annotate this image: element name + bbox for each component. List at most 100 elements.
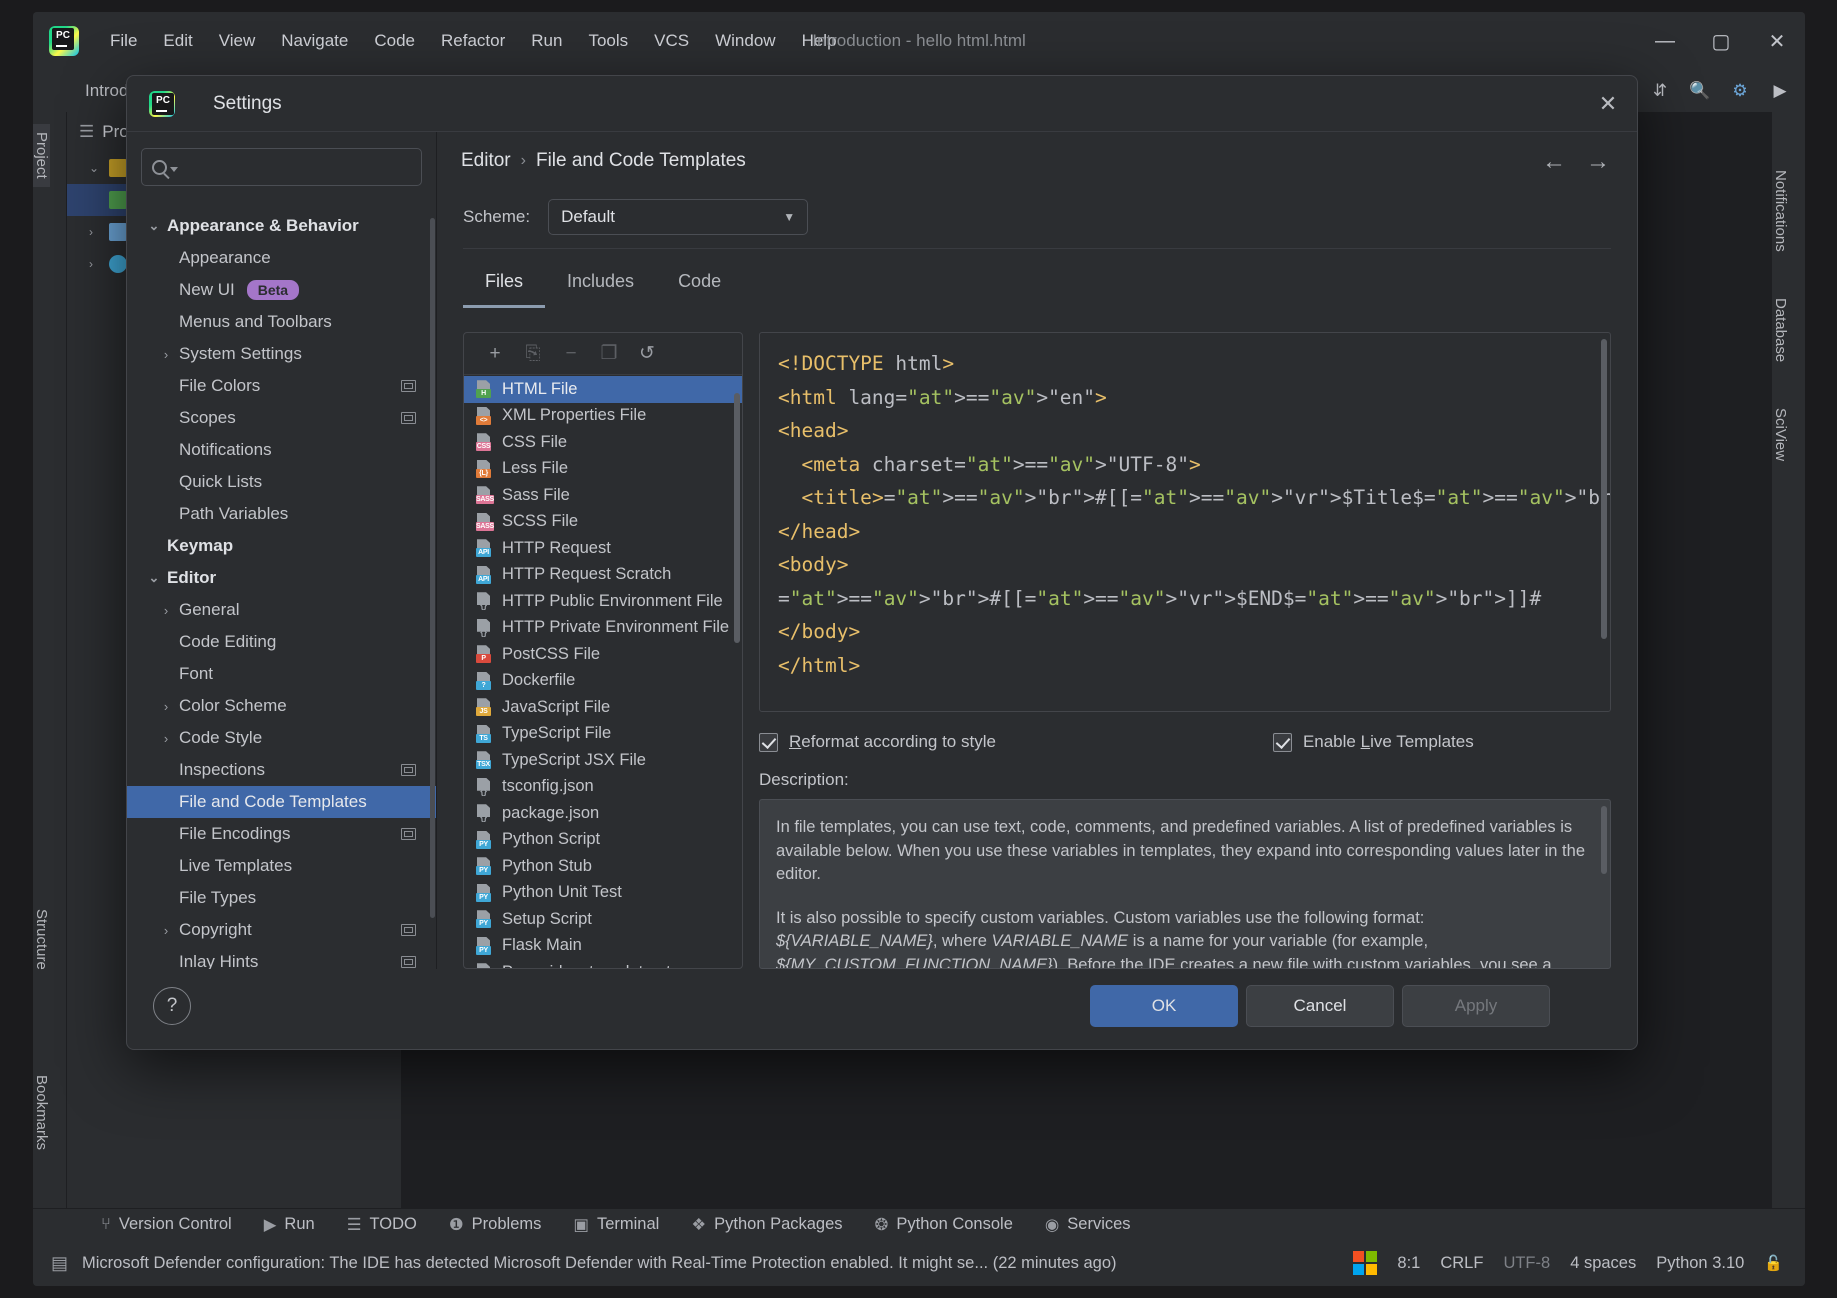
search-dropdown-icon[interactable] — [170, 166, 178, 172]
lock-icon[interactable]: 🔓 — [1764, 1254, 1783, 1272]
menu-vcs[interactable]: VCS — [641, 27, 702, 55]
updates-icon[interactable]: ⇵ — [1643, 76, 1677, 106]
code-scrollbar[interactable] — [1601, 339, 1607, 639]
tool-window-todo[interactable]: ☰ TODO — [331, 1215, 433, 1235]
sidebar-item-quick-lists[interactable]: Quick Lists — [127, 466, 436, 498]
search-input[interactable] — [178, 158, 411, 176]
tool-tab-project[interactable]: Project — [33, 124, 50, 187]
tool-window-problems[interactable]: ❶ Problems — [433, 1215, 558, 1235]
help-button[interactable]: ? — [153, 987, 191, 1025]
template-item[interactable]: <> XML Properties File — [464, 403, 742, 430]
sidebar-item-inlay-hints[interactable]: Inlay Hints — [127, 946, 436, 969]
sidebar-item-scopes[interactable]: Scopes — [127, 402, 436, 434]
tool-tab-notifications[interactable]: Notifications — [1772, 162, 1789, 260]
tool-tab-structure[interactable]: Structure — [33, 901, 50, 978]
sidebar-item-color-scheme[interactable]: › Color Scheme — [127, 690, 436, 722]
template-item[interactable]: ? Dockerfile — [464, 668, 742, 695]
tool-window-services[interactable]: ◉ Services — [1029, 1215, 1147, 1235]
menu-file[interactable]: File — [97, 27, 150, 55]
template-item[interactable]: H HTML File — [464, 376, 742, 403]
template-item[interactable]: JS JavaScript File — [464, 694, 742, 721]
maximize-button[interactable]: ▢ — [1693, 20, 1749, 62]
settings-gear-icon[interactable]: ⚙ — [1723, 76, 1757, 106]
sidebar-item-file-and-code-templates[interactable]: File and Code Templates — [127, 786, 436, 818]
template-item[interactable]: API HTTP Request Scratch — [464, 562, 742, 589]
scheme-select[interactable]: Default ▼ — [548, 199, 809, 235]
tool-tab-sciview[interactable]: SciView — [1772, 400, 1789, 469]
template-item[interactable]: TSX TypeScript JSX File — [464, 747, 742, 774]
checkbox-box[interactable] — [759, 732, 778, 752]
sidebar-item-keymap[interactable]: Keymap — [127, 530, 436, 562]
duplicate-template-button[interactable]: ❐ — [592, 339, 626, 369]
tab-code[interactable]: Code — [656, 261, 743, 308]
template-item[interactable]: SASS Sass File — [464, 482, 742, 509]
template-item[interactable]: API HTTP Request — [464, 535, 742, 562]
nav-forward-icon[interactable]: → — [1585, 148, 1611, 176]
event-log-icon[interactable]: ▤ — [51, 1253, 68, 1274]
template-item[interactable]: PY Python Script — [464, 827, 742, 854]
reset-template-button[interactable]: ↺ — [630, 339, 664, 369]
template-code-text[interactable]: <!DOCTYPE html> <html lang="at">=="av">"… — [760, 333, 1610, 711]
sidebar-item-path-variables[interactable]: Path Variables — [127, 498, 436, 530]
copy-template-button[interactable]: ⎘ — [516, 339, 550, 369]
tool-window-python-packages[interactable]: ❖ Python Packages — [675, 1215, 858, 1235]
template-item[interactable]: CSS CSS File — [464, 429, 742, 456]
live-templates-checkbox[interactable]: Enable Live Templates — [1272, 732, 1474, 752]
file-encoding[interactable]: UTF-8 — [1503, 1254, 1550, 1273]
breadcrumb-root[interactable]: Editor — [461, 150, 511, 172]
template-item[interactable]: PY Flask Main — [464, 933, 742, 960]
add-template-button[interactable]: + — [478, 339, 512, 369]
nav-back-icon[interactable]: ← — [1541, 148, 1567, 176]
sidebar-item-system-settings[interactable]: › System Settings — [127, 338, 436, 370]
template-item[interactable]: P PostCSS File — [464, 641, 742, 668]
ok-button[interactable]: OK — [1090, 985, 1238, 1027]
template-item[interactable]: {L} Less File — [464, 456, 742, 483]
sidebar-item-file-colors[interactable]: File Colors — [127, 370, 436, 402]
sidebar-item-code-style[interactable]: › Code Style — [127, 722, 436, 754]
sidebar-item-menus-and-toolbars[interactable]: Menus and Toolbars — [127, 306, 436, 338]
sidebar-item-copyright[interactable]: › Copyright — [127, 914, 436, 946]
settings-search-box[interactable] — [141, 148, 422, 186]
template-code-editor[interactable]: <!DOCTYPE html> <html lang="at">=="av">"… — [759, 332, 1611, 712]
sidebar-item-font[interactable]: Font — [127, 658, 436, 690]
tool-tab-database[interactable]: Database — [1772, 290, 1789, 370]
description-scrollbar[interactable] — [1601, 806, 1607, 874]
tool-window-version-control[interactable]: ⑂ Version Control — [85, 1215, 248, 1234]
menu-view[interactable]: View — [206, 27, 269, 55]
sidebar-item-file-types[interactable]: File Types — [127, 882, 436, 914]
tool-window-terminal[interactable]: ▣ Terminal — [557, 1215, 675, 1235]
indent-setting[interactable]: 4 spaces — [1570, 1254, 1636, 1273]
python-interpreter[interactable]: Python 3.10 — [1656, 1254, 1744, 1273]
remove-template-button[interactable]: − — [554, 339, 588, 369]
microsoft-defender-icon[interactable] — [1353, 1251, 1378, 1275]
template-item[interactable]: SASS SCSS File — [464, 509, 742, 536]
reformat-checkbox[interactable]: Reformat according to style — [759, 732, 996, 752]
account-icon[interactable]: ▶ — [1763, 76, 1797, 106]
sidebar-item-live-templates[interactable]: Live Templates — [127, 850, 436, 882]
menu-tools[interactable]: Tools — [575, 27, 641, 55]
template-item[interactable]: {} HTTP Private Environment File — [464, 615, 742, 642]
sidebar-item-editor[interactable]: ⌄ Editor — [127, 562, 436, 594]
search-everywhere-icon[interactable]: 🔍 — [1683, 76, 1717, 106]
close-dialog-button[interactable]: ✕ — [1589, 85, 1627, 123]
template-item[interactable]: PY Setup Script — [464, 906, 742, 933]
checkbox-box[interactable] — [1272, 732, 1292, 752]
template-item[interactable]: TS TypeScript File — [464, 721, 742, 748]
tool-window-run[interactable]: ▶ Run — [248, 1215, 331, 1235]
template-item[interactable]: PY Python Unit Test — [464, 880, 742, 907]
sidebar-item-general[interactable]: › General — [127, 594, 436, 626]
menu-edit[interactable]: Edit — [150, 27, 205, 55]
template-item[interactable]: {} HTTP Public Environment File — [464, 588, 742, 615]
menu-run[interactable]: Run — [518, 27, 575, 55]
menu-code[interactable]: Code — [361, 27, 428, 55]
template-item[interactable]: C Pyramid mytemplate pt — [464, 959, 742, 968]
sidebar-item-notifications[interactable]: Notifications — [127, 434, 436, 466]
status-message[interactable]: Microsoft Defender configuration: The ID… — [82, 1254, 1117, 1273]
cancel-button[interactable]: Cancel — [1246, 985, 1394, 1027]
menu-window[interactable]: Window — [702, 27, 788, 55]
sidebar-item-new-ui[interactable]: New UI Beta — [127, 274, 436, 306]
minimize-button[interactable]: — — [1637, 20, 1693, 62]
template-item[interactable]: PY Python Stub — [464, 853, 742, 880]
sidebar-item-file-encodings[interactable]: File Encodings — [127, 818, 436, 850]
menu-navigate[interactable]: Navigate — [268, 27, 361, 55]
